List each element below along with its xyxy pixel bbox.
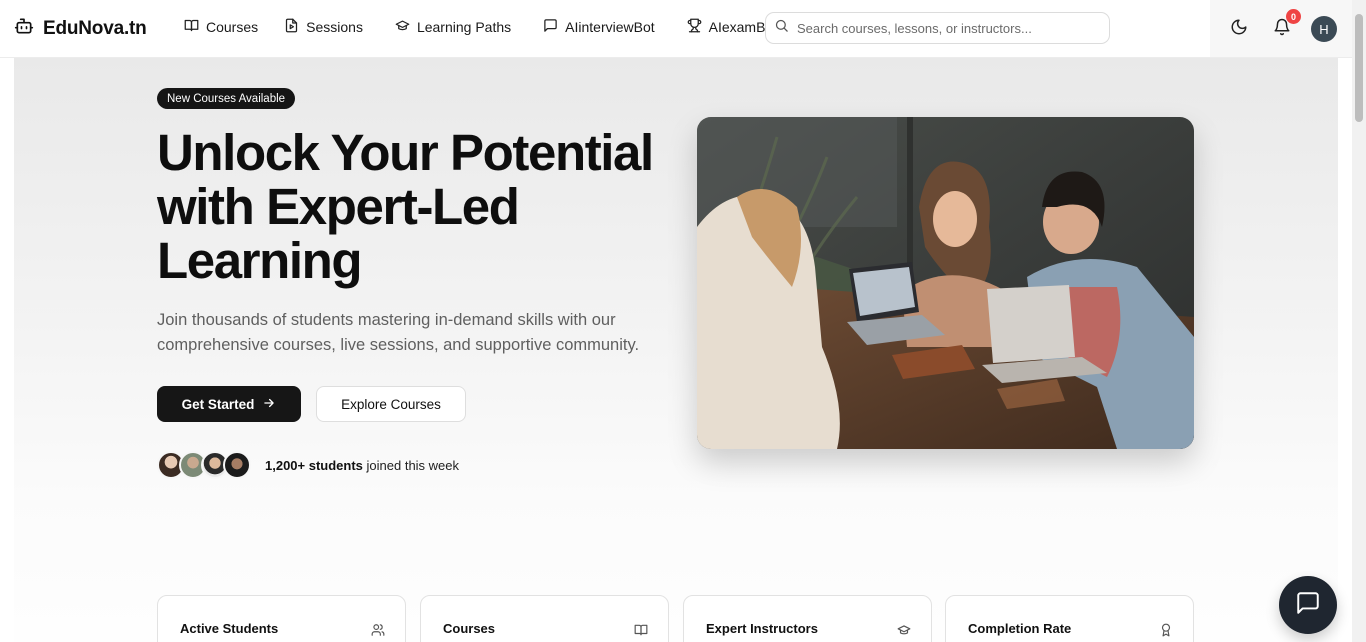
graduation-cap-icon [395,18,410,36]
joined-count: 1,200+ students [265,458,363,473]
user-avatar[interactable]: H [1311,16,1337,42]
nav-item-ai-exam-bot[interactable]: AIexamBot [687,18,777,36]
chat-button[interactable] [1279,576,1337,634]
brand-logo[interactable]: EduNova.tn [14,16,147,41]
stat-card-courses: Courses [420,595,669,642]
new-courses-badge: New Courses Available [157,88,296,109]
student-avatars [157,451,253,479]
stat-label: Expert Instructors [706,621,818,636]
nav-item-ai-interview-bot[interactable]: AIinterviewBot [543,18,655,36]
students-joined-text: 1,200+ students joined this week [265,458,459,473]
student-avatar [223,451,251,479]
top-navbar: EduNova.tn Courses Sessions Learning Pat… [0,0,1352,58]
scrollbar-thumb[interactable] [1355,14,1363,122]
nav-item-label: Sessions [306,19,363,35]
stat-card-expert-instructors: Expert Instructors [683,595,932,642]
theme-toggle-button[interactable] [1229,19,1249,39]
nav-item-sessions[interactable]: Sessions [284,18,363,36]
search-input[interactable] [797,20,1097,36]
arrow-right-icon [262,396,276,413]
get-started-button[interactable]: Get Started [157,386,301,422]
nav-item-label: AIinterviewBot [565,19,655,35]
message-square-icon [1295,590,1321,621]
users-icon [371,623,385,642]
notification-count-badge: 0 [1286,9,1301,24]
file-play-icon [284,18,299,36]
stat-card-completion-rate: Completion Rate [945,595,1194,642]
award-icon [1159,623,1173,642]
hero-title: Unlock Your Potential with Expert-Led Le… [157,124,654,289]
book-open-icon [184,18,199,36]
graduation-cap-icon [897,623,911,642]
search-bar[interactable] [765,12,1110,44]
moon-icon [1230,18,1248,41]
nav-item-courses[interactable]: Courses [184,18,258,36]
book-open-icon [634,623,648,642]
message-square-icon [543,18,558,36]
trophy-icon [687,18,702,36]
hero-subtitle: Join thousands of students mastering in-… [157,311,640,354]
nav-item-label: Learning Paths [416,19,512,35]
stat-label: Completion Rate [968,621,1072,636]
stat-label: Active Students [180,621,279,636]
nav-item-learning-paths[interactable]: Learning Paths [395,18,511,36]
main-nav: Courses Sessions Learning Paths AIinterv… [184,18,777,36]
joined-suffix: joined this week [362,458,460,473]
brand-name: EduNova.tn [43,17,147,39]
search-icon [774,18,789,38]
explore-courses-button[interactable]: Explore Courses [316,386,466,422]
stat-label: Courses [443,621,496,636]
get-started-label: Get Started [181,396,255,412]
nav-item-label: Courses [206,19,259,35]
robot-icon [14,16,34,41]
hero-image [697,117,1194,449]
page-scrollbar[interactable] [1352,0,1366,642]
stat-card-active-students: Active Students [157,595,406,642]
